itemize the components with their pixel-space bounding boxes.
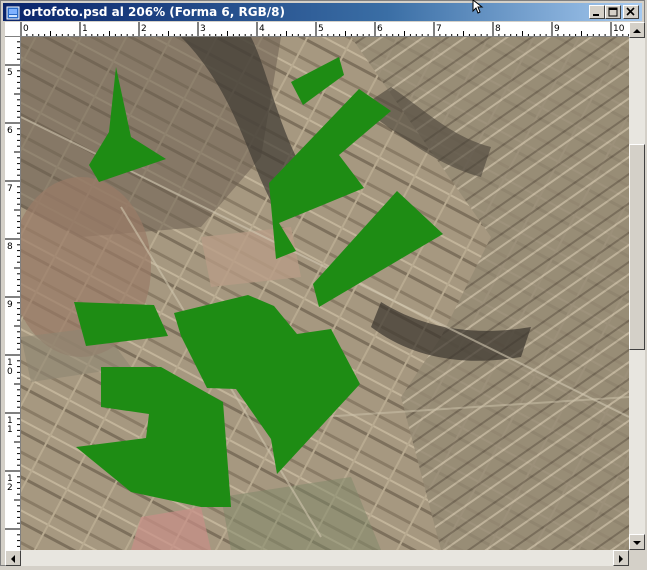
ruler-label: 1 — [7, 425, 13, 435]
scroll-down-button[interactable] — [629, 534, 645, 550]
maximize-icon — [608, 7, 618, 17]
vertical-ruler-ticks: 56789101112 — [5, 41, 20, 547]
ruler-label: 6 — [7, 126, 13, 136]
arrow-left-icon — [11, 555, 15, 563]
ruler-label: 5 — [7, 68, 13, 78]
close-icon — [626, 7, 635, 16]
ruler-label: 9 — [7, 300, 13, 310]
ruler-label: 8 — [495, 24, 501, 34]
horizontal-ruler-ticks: 0 1 2 3 4 5 6 7 8 9 10 — [21, 22, 629, 36]
arrow-right-icon — [619, 555, 623, 563]
ruler-label: 7 — [7, 184, 13, 194]
window-title: ortofoto.psd al 206% (Forma 6, RGB/8) — [23, 5, 285, 19]
arrow-up-icon — [633, 29, 641, 33]
arrow-down-icon — [633, 541, 641, 545]
minimize-button[interactable] — [589, 5, 605, 19]
ruler-origin[interactable] — [5, 22, 21, 37]
ruler-label: 0 — [23, 24, 29, 34]
resize-grip[interactable] — [629, 550, 645, 566]
ruler-label: 9 — [554, 24, 560, 34]
scroll-right-button[interactable] — [613, 550, 629, 566]
ruler-label: 10 — [613, 24, 625, 34]
ruler-label: 0 — [7, 367, 13, 377]
vertical-ruler[interactable]: 56789101112 — [5, 37, 21, 550]
scroll-up-button[interactable] — [629, 22, 645, 38]
ruler-label: 3 — [200, 24, 206, 34]
ruler-label: 7 — [436, 24, 442, 34]
ruler-label: 8 — [7, 242, 13, 252]
maximize-button[interactable] — [605, 5, 621, 19]
photoshop-document-icon — [6, 5, 20, 20]
image-canvas[interactable] — [21, 37, 629, 550]
horizontal-ruler[interactable]: 0 1 2 3 4 5 6 7 8 9 10 — [21, 22, 629, 37]
orthophoto-image — [21, 37, 629, 550]
ruler-label: 2 — [7, 483, 13, 493]
horizontal-scrollbar[interactable] — [5, 550, 629, 566]
vertical-scrollbar[interactable] — [629, 22, 645, 550]
ruler-label: 1 — [82, 24, 88, 34]
ruler-label: 5 — [318, 24, 324, 34]
mouse-cursor-icon — [472, 0, 484, 14]
ruler-label: 2 — [141, 24, 147, 34]
ruler-label: 4 — [259, 24, 265, 34]
document-window: ortofoto.psd al 206% (Forma 6, RGB/8) 0 1… — [0, 0, 645, 566]
close-button[interactable] — [623, 5, 639, 19]
scroll-left-button[interactable] — [5, 550, 21, 566]
ruler-label: 6 — [377, 24, 383, 34]
title-bar[interactable]: ortofoto.psd al 206% (Forma 6, RGB/8) — [3, 3, 642, 21]
minimize-icon — [593, 14, 599, 16]
vertical-scroll-thumb[interactable] — [629, 144, 645, 350]
